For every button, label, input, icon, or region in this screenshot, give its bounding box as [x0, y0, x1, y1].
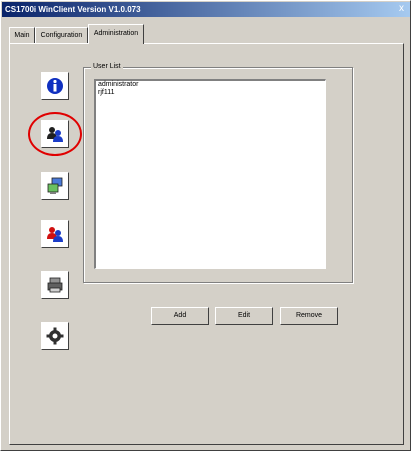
app-window: CS1700i WinClient Version V1.0.073 x Mai…	[0, 0, 411, 451]
close-button[interactable]: x	[395, 3, 408, 15]
users-button[interactable]	[41, 220, 69, 248]
network-button[interactable]	[41, 172, 69, 200]
list-item[interactable]: administrator	[96, 81, 325, 89]
settings-button[interactable]	[41, 322, 69, 350]
network-computers-icon	[47, 177, 63, 194]
gear-icon	[46, 327, 64, 345]
window-title: CS1700i WinClient Version V1.0.073	[5, 5, 141, 14]
tab-administration[interactable]: Administration	[88, 24, 144, 44]
info-button[interactable]	[41, 72, 69, 100]
list-item[interactable]: rjf111	[96, 89, 325, 97]
highlight-circle	[28, 112, 82, 156]
edit-button[interactable]: Edit	[215, 307, 273, 325]
printer-icon	[47, 277, 63, 293]
add-button[interactable]: Add	[151, 307, 209, 325]
tab-configuration[interactable]: Configuration	[35, 27, 88, 43]
tab-main[interactable]: Main	[9, 27, 35, 43]
user-list-legend: User List	[91, 62, 123, 71]
remove-button[interactable]: Remove	[280, 307, 338, 325]
printer-button[interactable]	[41, 271, 69, 299]
title-bar[interactable]: CS1700i WinClient Version V1.0.073 x	[2, 2, 410, 17]
info-icon	[47, 78, 63, 94]
users-icon	[47, 227, 63, 242]
user-list-box[interactable]: administrator rjf111	[94, 79, 326, 269]
